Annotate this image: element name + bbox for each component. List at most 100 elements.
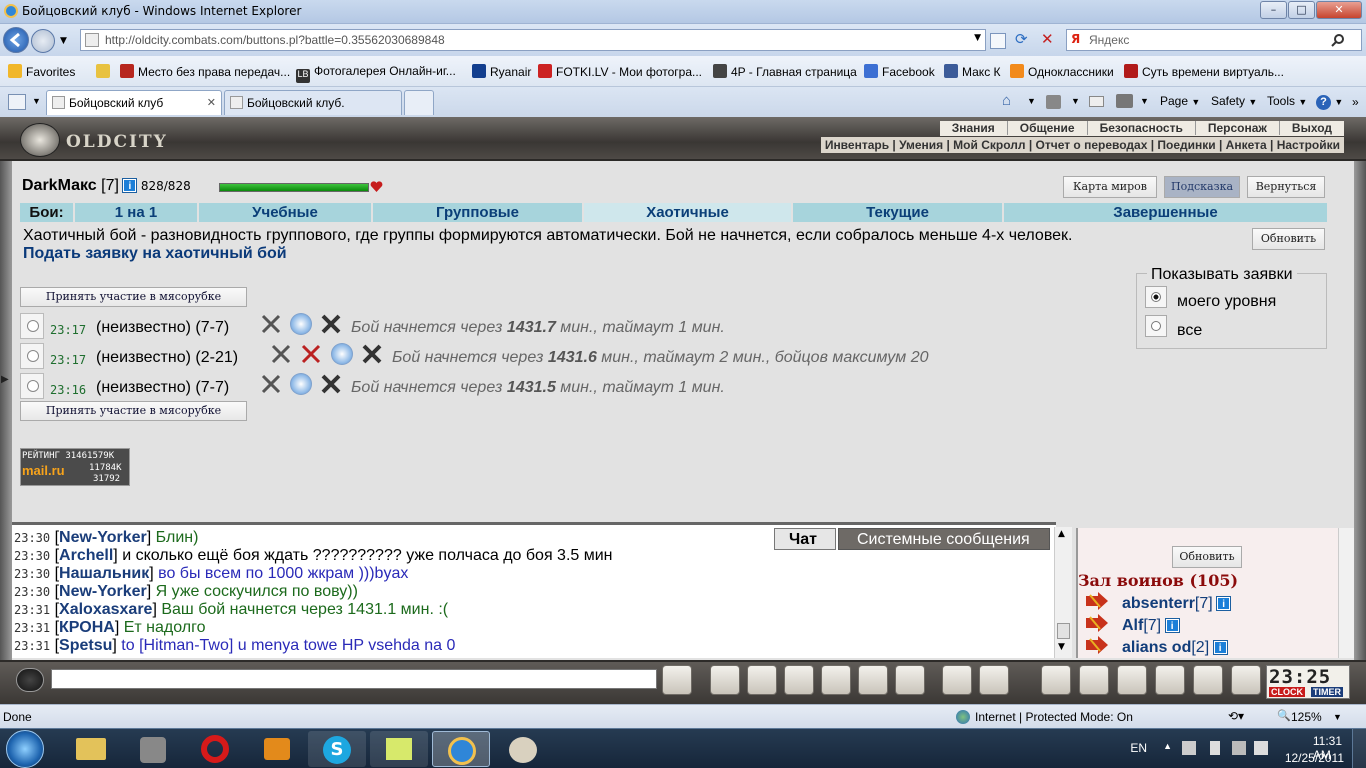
user-info-icon[interactable]: i	[1216, 596, 1232, 611]
chat-scrollbar[interactable]: ▲ ▼	[1054, 527, 1072, 658]
toolbar-overflow-icon[interactable]: »	[1352, 95, 1359, 109]
stop-icon[interactable]: ✕	[1041, 30, 1054, 48]
close-window-button[interactable]: ✕	[1316, 1, 1362, 19]
scroll-thumb[interactable]	[1057, 623, 1070, 639]
request-radio[interactable]	[20, 373, 44, 399]
search-icon[interactable]	[1331, 33, 1345, 47]
frame-collapse-arrow[interactable]: ▶	[1, 374, 9, 385]
chat-options-icon[interactable]	[16, 668, 44, 692]
scroll-up-icon[interactable]: ▲	[1058, 529, 1065, 539]
menu-exit[interactable]: Выход	[1278, 121, 1344, 135]
fighter-icon[interactable]	[821, 665, 851, 695]
join-battle-button-bottom[interactable]: Принять участие в мясорубке	[20, 401, 247, 421]
user-info-icon[interactable]: i	[1212, 640, 1228, 655]
clock-label[interactable]: CLOCK	[1269, 687, 1305, 697]
favorite-link-1[interactable]: Место без права передач...	[120, 64, 290, 79]
favorite-link-4[interactable]: FOTKI.LV - Мои фотогра...	[538, 64, 702, 79]
favorites-button[interactable]: Favorites	[8, 64, 75, 79]
user-info-icon[interactable]: i	[122, 178, 138, 193]
hint-button[interactable]: Подсказка	[1164, 176, 1240, 198]
quick-tabs-icon[interactable]	[8, 94, 26, 110]
favorite-link-2[interactable]: LB Фотогалерея Онлайн-иг...	[296, 64, 456, 83]
chat-nick[interactable]: Spetsu	[59, 637, 112, 654]
oldcity-logo[interactable]: OLDCITY	[12, 121, 166, 159]
favorite-link-3[interactable]: Ryanair	[472, 64, 531, 79]
home-icon[interactable]: ⌂	[1002, 92, 1011, 109]
tab-current[interactable]: Текущие	[793, 203, 1004, 222]
favorite-link-7[interactable]: Макс К	[944, 64, 1001, 79]
chat-tab[interactable]: Чат	[774, 528, 836, 550]
back-button[interactable]	[3, 27, 29, 53]
refresh-list-button[interactable]: Обновить	[1252, 228, 1325, 250]
zoom-dropdown-icon[interactable]: ▼	[1333, 712, 1342, 722]
action-center-icon[interactable]	[1182, 741, 1196, 755]
system-messages-tab[interactable]: Системные сообщения	[838, 528, 1050, 550]
print-dropdown-icon[interactable]: ▼	[1140, 96, 1149, 106]
taskbar-explorer-icon[interactable]	[62, 731, 120, 767]
tab-2[interactable]: Бойцовский клуб.	[224, 90, 402, 115]
taskbar-ie-icon[interactable]	[432, 731, 490, 767]
page-menu[interactable]: Page ▼	[1160, 94, 1200, 108]
url-field[interactable]: http://oldcity.combats.com/buttons.pl?ba…	[80, 29, 986, 51]
all-radio[interactable]	[1145, 315, 1167, 337]
network-icon[interactable]	[1232, 741, 1246, 755]
safety-menu[interactable]: Safety ▼	[1211, 94, 1257, 108]
url-dropdown-icon[interactable]: ▼	[974, 33, 981, 43]
smiley-icon[interactable]	[942, 665, 972, 695]
tab-group[interactable]: Групповые	[373, 203, 584, 222]
users-scrollbar[interactable]	[1338, 528, 1354, 658]
tab-one-on-one[interactable]: 1 на 1	[75, 203, 199, 222]
search-field[interactable]: Я Яндекс	[1066, 29, 1362, 51]
forward-button[interactable]	[31, 29, 55, 53]
maximize-button[interactable]: □	[1288, 1, 1315, 19]
zoom-icon[interactable]: 🔍	[1277, 709, 1291, 722]
feeds-icon[interactable]	[1046, 95, 1061, 109]
user-entry[interactable]: Alf[7] i	[1122, 617, 1180, 635]
taskbar-paint-icon[interactable]	[494, 731, 552, 767]
menu-security[interactable]: Безопасность	[1086, 121, 1195, 135]
send-icon[interactable]	[662, 665, 692, 695]
group-icon[interactable]	[1155, 665, 1185, 695]
scroll-down-icon[interactable]: ▼	[1058, 642, 1065, 652]
treasure-icon[interactable]	[1079, 665, 1109, 695]
chat-nick[interactable]: КРОНА	[59, 619, 115, 636]
menu-knowledge[interactable]: Знания	[940, 121, 1007, 135]
battle-invite-icon[interactable]	[1084, 592, 1110, 610]
back-button-game[interactable]: Вернуться	[1247, 176, 1325, 198]
exit-icon[interactable]	[1231, 665, 1261, 695]
tab-finished[interactable]: Завершенные	[1004, 203, 1327, 222]
chat-nick[interactable]: Archell	[59, 547, 113, 564]
battle-invite-icon[interactable]	[1084, 614, 1110, 632]
clear-icon[interactable]	[710, 665, 740, 695]
mail-icon[interactable]	[1089, 96, 1104, 107]
menu-communication[interactable]: Общение	[1006, 121, 1087, 135]
secondary-menu[interactable]: Инвентарь | Умения | Мой Скролл | Отчет …	[820, 137, 1344, 153]
new-tab-button[interactable]	[404, 90, 434, 115]
favorite-link-6[interactable]: Facebook	[864, 64, 935, 79]
request-radio[interactable]	[20, 313, 44, 339]
print-icon[interactable]	[1116, 94, 1133, 108]
home-dropdown-icon[interactable]: ▼	[1027, 96, 1036, 106]
taskbar-player-icon[interactable]	[248, 731, 306, 767]
chat-nick[interactable]: New-Yorker	[59, 583, 147, 600]
mailru-counter[interactable]: РЕЙТИНГ 31461579K mail.ru 11784K 31792	[20, 448, 130, 486]
filter-icon[interactable]	[747, 665, 777, 695]
chat-nick[interactable]: Xaloxasxare	[59, 601, 152, 618]
user-entry[interactable]: absenterr[7] i	[1122, 595, 1232, 613]
favorite-link-9[interactable]: Суть времени виртуаль...	[1124, 64, 1284, 79]
power-icon[interactable]	[1210, 741, 1220, 755]
tab-close-icon[interactable]: ✕	[207, 96, 216, 109]
battle-invite-icon[interactable]	[1084, 636, 1110, 654]
save-log-icon[interactable]	[784, 665, 814, 695]
history-dropdown-icon[interactable]: ▼	[60, 36, 67, 46]
tab-list-dropdown-icon[interactable]: ▼	[32, 96, 41, 106]
tray-date[interactable]: 12/25/2011	[1285, 751, 1344, 765]
help-menu[interactable]: ? ▼	[1316, 94, 1343, 110]
money-bag-icon[interactable]	[1041, 665, 1071, 695]
chat-input[interactable]	[51, 669, 657, 689]
tools-menu[interactable]: Tools ▼	[1267, 94, 1307, 108]
chat-nick[interactable]: Нашальник	[59, 565, 149, 582]
timer-label[interactable]: TIMER	[1311, 687, 1343, 697]
username[interactable]: DarkМакс	[22, 177, 97, 194]
language-indicator[interactable]: EN	[1130, 741, 1147, 755]
